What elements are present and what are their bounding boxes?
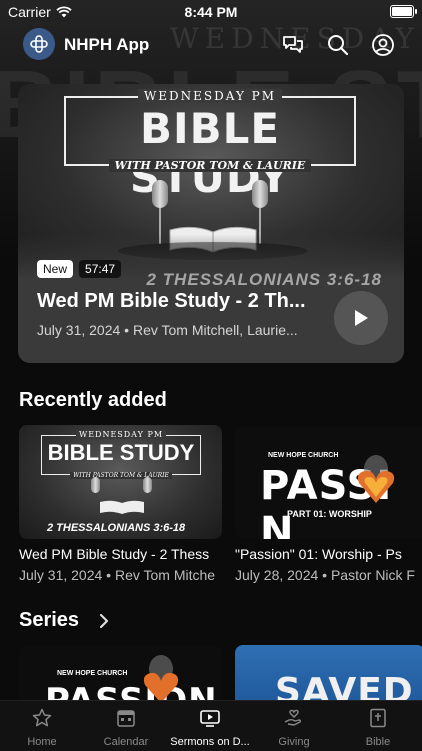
calendar-icon	[117, 710, 135, 727]
cross-logo-icon	[30, 35, 48, 53]
giving-hand-icon	[284, 709, 302, 726]
chevron-right-icon[interactable]	[98, 613, 110, 629]
duration-badge: 57:47	[79, 260, 122, 278]
featured-title: Wed PM Bible Study - 2 Th...	[37, 290, 306, 312]
tab-bar: Home Calendar Sermons on D... Giving Bib…	[0, 700, 422, 751]
recent-item-meta: July 28, 2024 • Pastor Nick F	[235, 567, 415, 583]
recent-art-title: BIBLE STUDY	[47, 440, 195, 465]
featured-art-top: WEDNESDAY PM	[137, 89, 283, 103]
app-logo[interactable]	[23, 28, 55, 60]
chat-bubbles-icon[interactable]	[281, 33, 305, 57]
recent-item-title[interactable]: "Passion" 01: Worship - Ps	[235, 546, 422, 562]
microphone-right	[252, 180, 268, 208]
clock: 8:44 PM	[184, 4, 238, 20]
featured-art-scripture: 2 THESSALONIANS 3:6-18	[146, 270, 382, 289]
series-heading[interactable]: Series	[19, 609, 79, 632]
tab-home[interactable]: Home	[0, 701, 84, 751]
tab-label: Home	[27, 736, 57, 748]
status-bar: Carrier 8:44 PM	[0, 0, 422, 24]
tab-label: Giving	[278, 736, 310, 748]
microphone-left	[152, 180, 168, 208]
bible-icon	[370, 708, 386, 728]
recent-art-top: WEDNESDAY PM	[75, 430, 167, 439]
tab-label: Calendar	[103, 736, 149, 748]
recent-item-thumbnail[interactable]: WEDNESDAY PM BIBLE STUDY WITH PASTOR TOM…	[19, 425, 222, 539]
app-title: NHPH App	[64, 35, 150, 54]
profile-icon[interactable]	[371, 33, 395, 57]
recent-art-frame: WEDNESDAY PM BIBLE STUDY WITH PASTOR TOM…	[41, 430, 201, 479]
search-icon[interactable]	[326, 33, 350, 57]
series-art-title: SAVED	[275, 671, 414, 703]
featured-art-frame: WEDNESDAY PM BIBLE STUDY WITH PASTOR TOM…	[64, 89, 356, 202]
tv-play-icon	[200, 710, 220, 727]
series-item-thumbnail[interactable]: SAVED	[235, 645, 422, 703]
tab-bible[interactable]: Bible	[336, 701, 420, 751]
church-logo-text: NEW HOPE CHURCH	[268, 452, 339, 459]
featured-sermon-card[interactable]: WEDNESDAY PM BIBLE STUDY WITH PASTOR TOM…	[18, 84, 404, 363]
recent-item-meta: July 31, 2024 • Rev Tom Mitche	[19, 567, 216, 583]
passion-art-subtitle: PART 01: WORSHIP	[287, 509, 372, 519]
featured-badges: New 57:47	[37, 260, 122, 278]
tab-label: Bible	[365, 736, 391, 748]
play-icon	[355, 310, 368, 326]
recent-art-scripture: 2 THESSALONIANS 3:6-18	[47, 522, 186, 534]
featured-art-subtitle: WITH PASTOR TOM & LAURIE	[108, 159, 312, 172]
tab-calendar[interactable]: Calendar	[84, 701, 168, 751]
app-header: NHPH App	[0, 26, 422, 62]
tab-giving[interactable]: Giving	[252, 701, 336, 751]
passion-art-title: PASSI N	[260, 463, 393, 539]
star-icon	[32, 708, 52, 727]
recent-art-subtitle: WITH PASTOR TOM & LAURIE	[70, 472, 172, 479]
series-item-thumbnail[interactable]: NEW HOPE CHURCH PASSION	[19, 645, 222, 703]
series-church-logo-text: NEW HOPE CHURCH	[57, 670, 128, 677]
flame-heart-illustration	[357, 455, 395, 503]
battery-icon	[390, 5, 417, 18]
recent-item-title[interactable]: Wed PM Bible Study - 2 Thess	[19, 546, 222, 562]
tab-sermons[interactable]: Sermons on D...	[168, 701, 252, 751]
recently-added-heading: Recently added	[19, 389, 167, 411]
play-button[interactable]	[334, 291, 388, 345]
recent-item-thumbnail[interactable]: NEW HOPE CHURCH PASSI N PART 01: WORSHIP	[235, 425, 422, 539]
tab-label: Sermons on D...	[170, 736, 250, 748]
featured-meta: July 31, 2024 • Rev Tom Mitchell, Laurie…	[37, 322, 298, 338]
featured-art-title: BIBLE STUDY	[129, 104, 291, 202]
new-badge: New	[37, 260, 74, 278]
